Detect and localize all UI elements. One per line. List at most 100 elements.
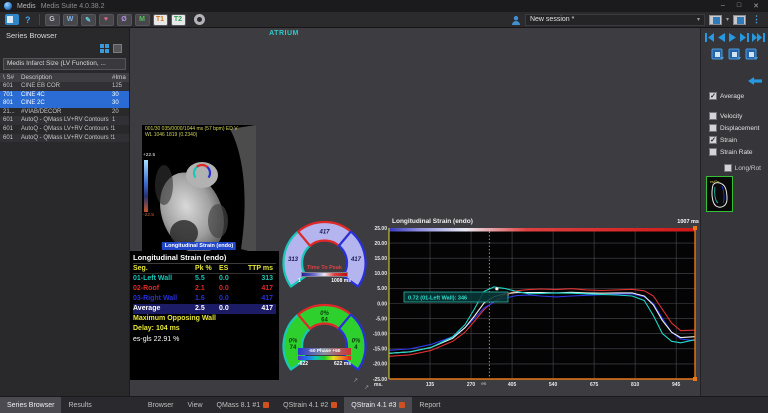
longrot-checkbox[interactable]: Long/Rot (724, 162, 761, 174)
skip-first-button[interactable] (704, 33, 715, 42)
maximize-button[interactable]: □ (737, 2, 741, 10)
checkbox-average[interactable]: ✓Average (709, 90, 766, 102)
list-view-icon[interactable] (113, 44, 122, 53)
step-back-button[interactable] (717, 33, 726, 42)
series-browser-title: Series Browser (0, 28, 129, 40)
toolbar-app-icon-2[interactable]: W (63, 14, 78, 26)
checkbox-velocity[interactable]: Velocity (709, 110, 766, 122)
series-view-buttons (0, 40, 129, 55)
svg-text:15.00: 15.00 (374, 256, 387, 262)
svg-text:-15.00: -15.00 (373, 347, 387, 353)
strain-row: 01-Left Wall5.50.0313 (133, 274, 276, 284)
toolbar-right-group: New session * ▾ ▾ ⋮ (511, 14, 763, 26)
tab-series-browser[interactable]: Series Browser (0, 397, 61, 413)
app-name: Medis (17, 3, 36, 10)
window-controls: – □ ✕ (721, 2, 764, 10)
layout-icon-1[interactable] (709, 15, 722, 25)
series-row[interactable]: 601AutoQ - QMass LV+RV Contours SAX1 (0, 134, 129, 143)
phase-scale-min: -622 (298, 361, 308, 367)
resize-icon[interactable]: ↗ (353, 377, 358, 384)
strain-chart-plot: 25.0020.0015.0010.005.000.00-5.00-10.00-… (368, 218, 702, 395)
layout-icon-2[interactable] (733, 15, 746, 25)
svg-text:945: 945 (672, 382, 681, 388)
svg-text:0.00: 0.00 (377, 301, 387, 307)
tab-qstrain-4-1-2[interactable]: QStrain 4.1 #2 (276, 397, 344, 413)
strain-row: Average2.50.0417 (133, 304, 276, 314)
menu-dots-button[interactable]: ⋮ (750, 14, 763, 25)
svg-text:es/On: es/On (710, 180, 719, 184)
ttp-scale-max: 1008 ms (331, 278, 351, 284)
toolbar-separator (39, 14, 40, 25)
series-row[interactable]: 601AutoQ - QMass LV+RV Contours SAX1 (0, 125, 129, 134)
minimize-button[interactable]: – (721, 2, 725, 10)
tab-results[interactable]: Results (61, 397, 98, 413)
checkbox-strain-rate[interactable]: Strain Rate (709, 146, 766, 158)
ttp-scale-range: 1 1008 ms (298, 278, 351, 284)
close-button[interactable]: ✕ (753, 2, 759, 10)
checkbox-strain[interactable]: ✓Strain (709, 134, 766, 146)
series-table-body: 601CINE EB COR125701CINE 4C30801CINE 2C3… (0, 82, 129, 142)
grid-view-icon[interactable] (100, 44, 109, 53)
toolbar-app-icon-1[interactable]: G (45, 14, 60, 26)
svg-text:135: 135 (426, 382, 435, 388)
caret-down-icon: ▾ (697, 16, 700, 23)
toolbar-app-icon-8[interactable]: T2 (171, 14, 186, 26)
svg-text:-10.00: -10.00 (373, 332, 387, 338)
tab-report[interactable]: Report (412, 397, 447, 413)
step-forward-button[interactable] (739, 33, 750, 42)
export-series-icon[interactable] (711, 48, 724, 60)
user-icon (511, 15, 521, 25)
session-selector[interactable]: New session * ▾ (525, 14, 705, 26)
series-row[interactable]: 21...#VIAB/DECOR20 (0, 108, 129, 117)
result-type-checkboxes: ✓Average VelocityDisplacement✓StrainStrai… (709, 90, 766, 158)
orientation-thumbnail[interactable]: es/On (706, 176, 733, 212)
strain-table-title: Longitudinal Strain (endo) (133, 253, 276, 264)
toolbar-app-icon-4[interactable]: ♥ (99, 14, 114, 26)
play-button[interactable] (728, 33, 737, 42)
tab-qmass-8-1-1[interactable]: QMass 8.1 #1 (210, 397, 277, 413)
series-row[interactable]: 801CINE 2C30 (0, 99, 129, 108)
export-series-icon[interactable] (728, 48, 741, 60)
longrot-label: Long/Rot (735, 165, 761, 172)
series-row[interactable]: 601CINE EB COR125 (0, 82, 129, 91)
toolbar-app-icon-6[interactable]: M (135, 14, 150, 26)
strain-chart[interactable]: Longitudinal Strain (endo) 1007 ms 25.00… (368, 218, 702, 395)
tab-view[interactable]: View (181, 397, 210, 413)
time-to-peak-arch: 313417417 Time To Peak 1 1008 ms (278, 216, 371, 309)
svg-text:313: 313 (288, 257, 299, 263)
svg-text:810: 810 (631, 382, 640, 388)
toolbar-app-icon-5[interactable]: Ø (117, 14, 132, 26)
medis-logo-icon (4, 2, 12, 10)
ttp-color-strip (389, 228, 695, 232)
svg-text:0.72 (01-Left Wall): 346: 0.72 (01-Left Wall): 346 (408, 295, 467, 301)
strain-footer-line2: Delay: 104 ms (133, 324, 276, 334)
checkbox-displacement[interactable]: Displacement (709, 122, 766, 134)
toolbar-app-icon-3[interactable]: ✎ (81, 14, 96, 26)
patient-browser-icon[interactable] (5, 14, 19, 25)
collapse-panel-button[interactable] (748, 72, 762, 90)
tab-browser[interactable]: Browser (141, 397, 181, 413)
resize-icon[interactable]: ↗ (364, 384, 369, 391)
svg-text:0%: 0% (289, 338, 298, 344)
series-row[interactable]: 701CINE 4C30 (0, 91, 129, 100)
tab-spacer (99, 397, 141, 413)
export-series-icon[interactable] (745, 48, 758, 60)
main-toolbar: ? GW✎♥ØMT1T2 New session * ▾ ▾ ⋮ (0, 12, 768, 28)
strain-results-table: Longitudinal Strain (endo) Seg. Pk % ES … (130, 251, 279, 380)
caret-down-icon[interactable]: ▾ (726, 16, 729, 23)
help-button[interactable]: ? (22, 15, 34, 25)
toolbar-app-icon-7[interactable]: T1 (153, 14, 168, 26)
skip-last-button[interactable] (752, 33, 766, 42)
es-gls-value: es-gls 22.91 % (133, 334, 276, 346)
playback-controls (701, 33, 768, 42)
series-filter-dropdown[interactable]: Medis Infarct Size (LV Function, ... (3, 58, 126, 70)
svg-text:20.00: 20.00 (374, 241, 387, 247)
cine-image[interactable]: 001/30 035/0000/1044 ms (57 bpm) ED V WL… (142, 125, 256, 253)
series-row[interactable]: 601AutoQ - QMass LV+RV Contours1 (0, 116, 129, 125)
svg-text:5.00: 5.00 (377, 286, 387, 292)
strain-row: 03-Right Wall1.60.0417 (133, 294, 276, 304)
medis-ring-icon[interactable] (194, 14, 205, 25)
panel-tabs: Series BrowserResults (0, 397, 99, 413)
tab-qstrain-4-1-3[interactable]: QStrain 4.1 #3 (344, 397, 412, 413)
app-tabs: BrowserViewQMass 8.1 #1QStrain 4.1 #2QSt… (141, 397, 448, 413)
